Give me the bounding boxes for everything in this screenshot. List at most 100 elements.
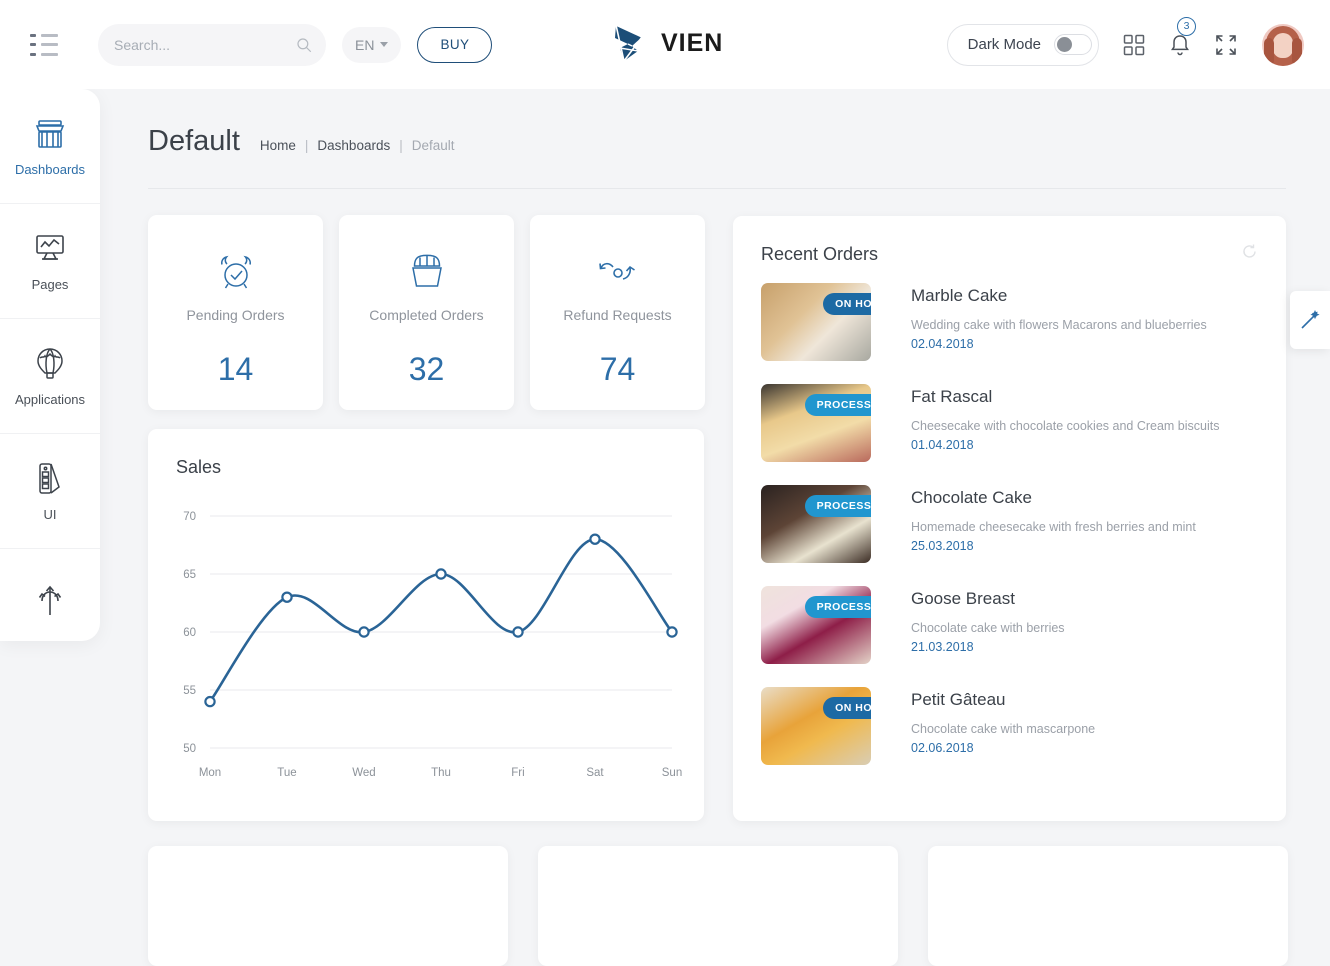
order-name[interactable]: Chocolate Cake (911, 488, 1196, 508)
order-name[interactable]: Petit Gâteau (911, 690, 1095, 710)
fullscreen-expand-icon[interactable] (1215, 34, 1237, 56)
alarm-clock-icon (216, 253, 256, 293)
chart-data-point[interactable] (359, 627, 368, 636)
order-thumbnail: PROCESSED (761, 586, 871, 664)
order-date: 02.04.2018 (911, 337, 1207, 351)
brand-logo[interactable]: VIEN (612, 22, 723, 64)
stat-value: 32 (409, 351, 445, 388)
chart-x-tick-label: Mon (199, 767, 221, 779)
refresh-circle-icon[interactable] (1241, 243, 1258, 265)
buy-button[interactable]: BUY (417, 27, 492, 63)
chevron-down-icon (380, 42, 388, 47)
trident-arrows-icon (32, 584, 68, 620)
dark-mode-toggle[interactable]: Dark Mode (947, 24, 1099, 66)
hamburger-list-icon[interactable] (30, 34, 58, 56)
recent-orders-card: Recent Orders ON HOLD Marble Cake Wedding … (733, 216, 1286, 821)
order-info: Petit GâteauChocolate cake with mascarpo… (911, 687, 1095, 765)
chart-data-point[interactable] (667, 627, 676, 636)
bottom-card-1[interactable] (148, 846, 508, 966)
order-description: Homemade cheesecake with fresh berries a… (911, 520, 1196, 534)
sidebar-item-dashboards[interactable]: Dashboards (0, 89, 100, 204)
breadcrumb-item-home[interactable]: Home (260, 138, 296, 153)
sales-line-chart[interactable]: 5055606570MonTueWedThuFriSatSun (148, 478, 704, 808)
stat-label: Pending Orders (186, 307, 284, 323)
sidebar-item-label: Pages (32, 277, 69, 292)
stat-value: 14 (218, 351, 254, 388)
vien-logo-icon (612, 22, 650, 64)
order-row[interactable]: ON HOLD Petit GâteauChocolate cake with m… (761, 687, 1258, 765)
order-thumbnail: ON HOLD (761, 283, 871, 361)
search-input[interactable] (114, 37, 295, 53)
chart-x-tick-label: Fri (511, 767, 524, 779)
magic-wand-icon (1299, 309, 1321, 331)
sidebar-item-ui[interactable]: UI (0, 434, 100, 549)
breadcrumb-item-default: Default (412, 138, 455, 153)
basket-icon (408, 253, 446, 293)
sidebar-item-label: Dashboards (15, 162, 85, 177)
order-name[interactable]: Fat Rascal (911, 387, 1220, 407)
order-row[interactable]: ON HOLD Marble Cake Wedding cake with flow… (761, 283, 1258, 361)
chart-data-point[interactable] (205, 697, 214, 706)
chart-data-point[interactable] (590, 535, 599, 544)
chart-line-series (210, 539, 672, 701)
header-actions: Dark Mode 3 (947, 0, 1304, 89)
bottom-card-3[interactable] (928, 846, 1288, 966)
language-label: EN (355, 37, 374, 53)
order-row[interactable]: PROCESSEDChocolate CakeHomemade cheeseca… (761, 485, 1258, 563)
sales-chart-card: Sales 5055606570MonTueWedThuFriSatSun (148, 429, 704, 821)
chart-x-tick-label: Thu (431, 767, 451, 779)
search-icon[interactable] (295, 36, 313, 54)
chart-y-tick-label: 65 (183, 569, 196, 581)
main-content: Default Home | Dashboards | Default Pend… (100, 89, 1330, 875)
search-box[interactable] (98, 24, 326, 66)
order-description: Cheesecake with chocolate cookies and Cr… (911, 419, 1220, 433)
sidebar-item-applications[interactable]: Applications (0, 319, 100, 434)
sidebar-item-label: Applications (15, 392, 85, 407)
brand-name: VIEN (661, 29, 723, 58)
order-name[interactable]: Goose Breast (911, 589, 1065, 609)
order-name[interactable]: Marble Cake (911, 286, 1207, 306)
top-header: EN BUY VIEN Dark Mode (0, 0, 1330, 89)
stat-card-completed-orders[interactable]: Completed Orders 32 (339, 215, 514, 410)
chart-data-point[interactable] (513, 627, 522, 636)
sidebar: Dashboards Pages Applications (0, 89, 100, 641)
sidebar-item-pages[interactable]: Pages (0, 204, 100, 319)
language-selector[interactable]: EN (342, 27, 401, 63)
order-row[interactable]: PROCESSED Fat Rascal Cheesecake with choco… (761, 384, 1258, 462)
breadcrumb-item-dashboards[interactable]: Dashboards (317, 138, 390, 153)
order-row[interactable]: PROCESSED Goose Breast Chocolate cake with… (761, 586, 1258, 664)
stat-label: Completed Orders (369, 307, 483, 323)
order-date: 01.04.2018 (911, 438, 1220, 452)
order-status-badge: PROCESSED (805, 394, 871, 416)
stat-card-refund-requests[interactable]: Refund Requests 74 (530, 215, 705, 410)
order-info: Goose Breast Chocolate cake with berries 2… (911, 586, 1065, 664)
theme-customizer-tab[interactable] (1290, 291, 1330, 349)
grid-apps-icon[interactable] (1123, 34, 1145, 56)
order-status-badge: ON HOLD (823, 293, 871, 315)
chart-y-tick-label: 55 (183, 685, 196, 697)
bottom-card-2[interactable] (538, 846, 898, 966)
order-thumbnail: ON HOLD (761, 687, 871, 765)
avatar[interactable] (1262, 24, 1304, 66)
refund-arrows-icon (596, 253, 640, 293)
order-description: Wedding cake with flowers Macarons and b… (911, 318, 1207, 332)
store-shop-icon (32, 116, 68, 152)
chart-x-tick-label: Sun (662, 767, 682, 779)
chart-data-point[interactable] (282, 593, 291, 602)
chart-data-point[interactable] (436, 569, 445, 578)
bell-icon (1169, 33, 1191, 57)
dark-mode-switch[interactable] (1054, 34, 1092, 55)
stat-value: 74 (600, 351, 636, 388)
chart-x-tick-label: Wed (352, 767, 375, 779)
order-info: Fat Rascal Cheesecake with chocolate cook… (911, 384, 1220, 462)
order-status-badge: ON HOLD (823, 697, 871, 719)
order-date: 25.03.2018 (911, 539, 1196, 553)
stat-card-pending-orders[interactable]: Pending Orders 14 (148, 215, 323, 410)
notifications-bell[interactable]: 3 (1169, 33, 1191, 57)
sidebar-item-more[interactable] (0, 549, 100, 641)
order-description: Chocolate cake with berries (911, 621, 1065, 635)
recent-orders-title: Recent Orders (761, 244, 878, 265)
order-thumbnail: PROCESSED (761, 384, 871, 462)
order-date: 21.03.2018 (911, 640, 1065, 654)
order-info: Chocolate Cake Homemade cheesecake with f… (911, 485, 1196, 563)
